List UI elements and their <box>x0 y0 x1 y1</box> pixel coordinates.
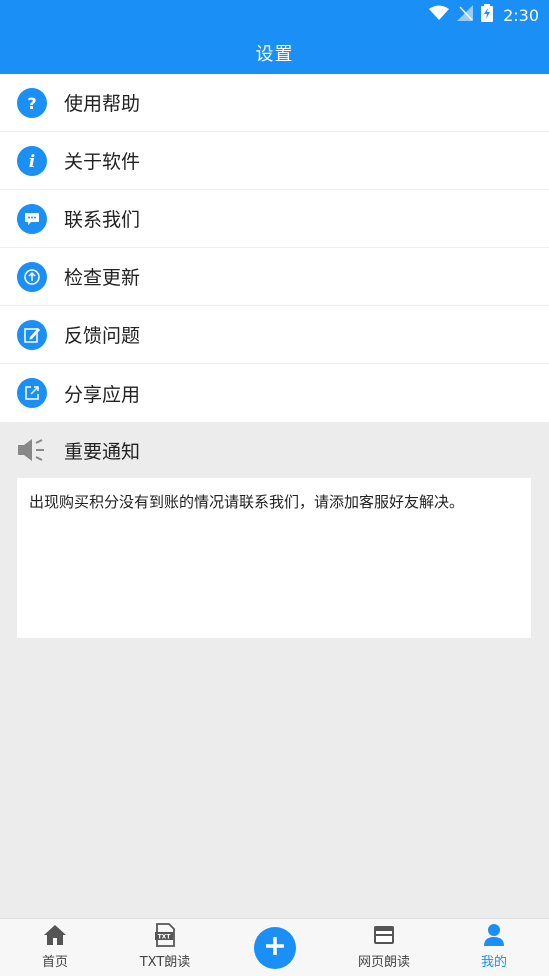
web-page-icon <box>371 922 397 948</box>
person-icon <box>481 922 507 948</box>
menu-item-label: 关于软件 <box>64 151 141 173</box>
edit-icon <box>17 319 47 350</box>
bottom-tab-bar: 首页 TXT TXT朗读 网页朗读 我的 <box>0 918 549 976</box>
notice-title: 重要通知 <box>64 440 141 463</box>
menu-item-label: 联系我们 <box>64 209 141 231</box>
menu-item-label: 检查更新 <box>64 267 141 289</box>
tab-txt-reading[interactable]: TXT TXT朗读 <box>110 919 220 976</box>
update-icon <box>17 261 47 292</box>
add-button[interactable] <box>254 927 296 969</box>
home-icon <box>42 922 68 948</box>
menu-item-share[interactable]: 分享应用 <box>0 364 549 422</box>
txt-file-icon: TXT <box>152 922 178 948</box>
svg-text:i: i <box>29 152 35 170</box>
menu-item-update[interactable]: 检查更新 <box>0 248 549 306</box>
menu-item-label: 分享应用 <box>64 383 141 406</box>
tab-web-reading[interactable]: 网页朗读 <box>329 919 439 976</box>
tab-label: 网页朗读 <box>357 955 410 970</box>
status-bar: 2:30 <box>429 4 539 26</box>
notice-text: 出现购买积分没有到账的情况请联系我们，请添加客服好友解决。 <box>29 493 465 511</box>
notice-box: 出现购买积分没有到账的情况请联系我们，请添加客服好友解决。 <box>17 478 531 638</box>
settings-menu: ? 使用帮助 i 关于软件 联系我们 检查更新 反馈问题 分享应用 <box>0 74 549 422</box>
svg-text:?: ? <box>27 94 36 112</box>
menu-item-feedback[interactable]: 反馈问题 <box>0 306 549 364</box>
menu-item-about[interactable]: i 关于软件 <box>0 132 549 190</box>
wifi-icon <box>429 5 450 25</box>
menu-item-help[interactable]: ? 使用帮助 <box>0 74 549 132</box>
tab-mine[interactable]: 我的 <box>439 919 549 976</box>
menu-item-label: 反馈问题 <box>64 325 141 347</box>
tab-label: 首页 <box>41 955 68 970</box>
menu-item-label: 使用帮助 <box>64 93 141 115</box>
info-icon: i <box>17 145 47 176</box>
app-header: 2:30 设置 <box>0 0 549 74</box>
battery-icon <box>481 4 494 26</box>
plus-icon <box>264 935 286 961</box>
notice-header: 重要通知 <box>0 422 549 478</box>
share-icon <box>17 378 47 408</box>
tab-home[interactable]: 首页 <box>0 919 110 976</box>
tab-label: 我的 <box>480 955 507 970</box>
speaker-icon <box>17 437 47 463</box>
page-title: 设置 <box>255 44 294 65</box>
chat-icon <box>17 203 47 234</box>
status-time: 2:30 <box>503 5 539 25</box>
svg-text:TXT: TXT <box>158 934 172 941</box>
help-icon: ? <box>17 87 47 118</box>
no-signal-icon <box>457 5 474 25</box>
menu-item-contact[interactable]: 联系我们 <box>0 190 549 248</box>
tab-label: TXT朗读 <box>139 955 191 970</box>
